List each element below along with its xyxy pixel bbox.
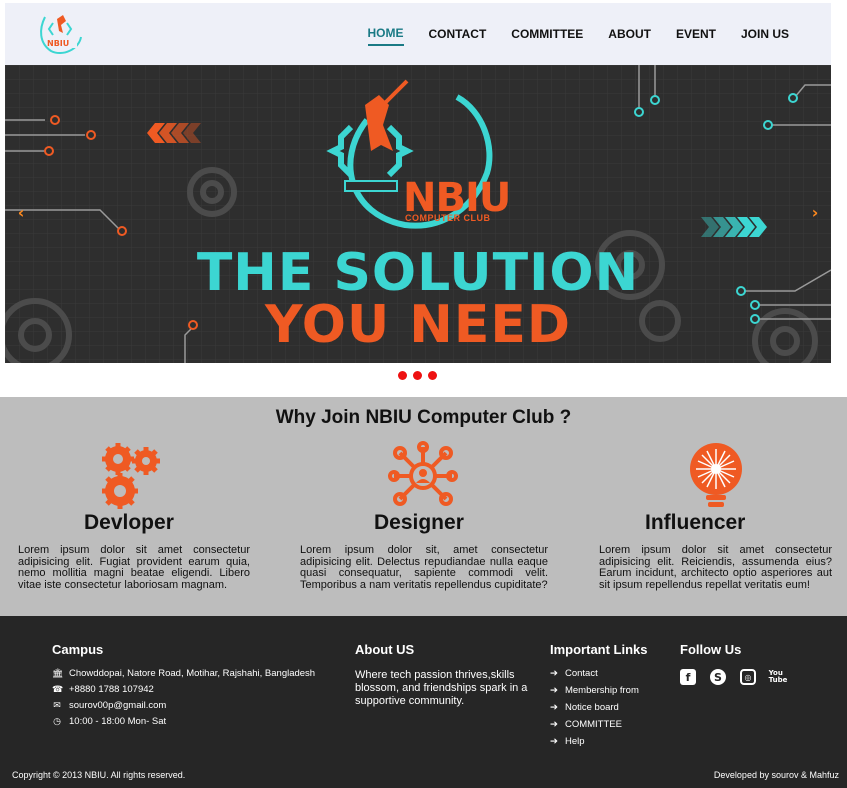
carousel-dot-3[interactable] <box>428 371 437 380</box>
footer-link-contact[interactable]: ➔ Contact <box>550 668 598 679</box>
link-label[interactable]: Notice board <box>565 702 619 713</box>
hero-headline-2: YOU NEED <box>264 295 572 355</box>
arrow-right-icon: ➔ <box>550 702 558 713</box>
card-text: Lorem ipsum dolor sit amet consectetur a… <box>18 544 250 591</box>
card-title: Devloper <box>84 511 174 534</box>
carousel-dot-1[interactable] <box>398 371 407 380</box>
carousel-dot-2[interactable] <box>413 371 422 380</box>
section-title: Why Join NBIU Computer Club ? <box>275 407 572 428</box>
link-label[interactable]: Membership from <box>565 685 639 696</box>
lightbulb-icon <box>690 443 742 507</box>
footer: Campus 🏛 Chowddopai, Natore Road, Motiha… <box>0 616 847 788</box>
campus-address: 🏛 Chowddopai, Natore Road, Motihar, Rajs… <box>52 668 315 679</box>
nav-event[interactable]: EVENT <box>676 23 716 45</box>
nav-contact[interactable]: CONTACT <box>429 23 487 45</box>
links-heading: Important Links <box>550 642 648 657</box>
carousel-next-button[interactable]: › <box>805 203 825 223</box>
hero-headline-1: THE SOLUTION <box>196 243 640 303</box>
card-text: Lorem ipsum dolor sit amet consectetur a… <box>599 544 832 591</box>
arrow-right-icon: ➔ <box>550 736 558 747</box>
page: NBIU HOME CONTACT COMMITTEE ABOUT EVENT … <box>0 0 847 788</box>
nav-home[interactable]: HOME <box>367 22 404 46</box>
campus-email[interactable]: ✉ sourov00p@gmail.com <box>52 700 166 711</box>
campus-heading: Campus <box>52 642 104 657</box>
card-title: Influencer <box>645 511 746 534</box>
hours-text: 10:00 - 18:00 Mon- Sat <box>69 716 167 727</box>
address-text: Chowddopai, Natore Road, Motihar, Rajsha… <box>69 668 316 679</box>
nav-join-us[interactable]: JOIN US <box>741 23 789 45</box>
why-join-section: Why Join NBIU Computer Club ? Devloper L… <box>0 397 847 616</box>
footer-link-notice-board[interactable]: ➔ Notice board <box>550 702 619 713</box>
nav-about[interactable]: ABOUT <box>608 23 651 45</box>
campus-phone: ☎ +8880 1788 107942 <box>52 684 154 695</box>
link-label[interactable]: COMMITTEE <box>565 719 622 730</box>
clock-icon: ◷ <box>53 716 61 726</box>
hero-carousel: NBIU COMPUTER CLUB THE SOLUTION YOU NEED… <box>5 65 831 363</box>
youtube-icon[interactable]: You Tube <box>769 669 788 685</box>
arrow-right-icon: ➔ <box>550 719 558 730</box>
network-icon <box>388 441 458 506</box>
about-text: Where tech passion thrives,skills blosso… <box>355 669 528 707</box>
nav-committee[interactable]: COMMITTEE <box>511 23 583 45</box>
main-nav: HOME CONTACT COMMITTEE ABOUT EVENT JOIN … <box>367 3 789 65</box>
chevron-left-icon: ‹ <box>17 203 25 222</box>
about-heading: About US <box>355 642 415 657</box>
follow-heading: Follow Us <box>680 642 742 657</box>
social-links: f S ◎ You Tube <box>680 669 788 685</box>
footer-link-membership[interactable]: ➔ Membership from <box>550 685 639 696</box>
arrow-right-icon: ➔ <box>550 685 558 696</box>
link-label[interactable]: Contact <box>565 668 598 679</box>
copyright: Copyright © 2013 NBIU. All rights reserv… <box>12 770 186 780</box>
envelope-icon: ✉ <box>53 700 61 710</box>
chevron-right-icon: › <box>811 203 819 222</box>
chevrons-left-decor <box>147 123 201 143</box>
developed-by: Developed by sourov & Mahfuz <box>713 770 839 780</box>
email-text[interactable]: sourov00p@gmail.com <box>69 700 166 711</box>
carousel-prev-button[interactable]: ‹ <box>11 203 31 223</box>
campus-hours: ◷ 10:00 - 18:00 Mon- Sat <box>52 716 166 727</box>
building-icon: 🏛 <box>52 668 64 678</box>
skype-icon[interactable]: S <box>710 669 726 685</box>
hero-brand-sub: COMPUTER CLUB <box>405 213 491 223</box>
arrow-right-icon: ➔ <box>550 668 558 679</box>
header: NBIU HOME CONTACT COMMITTEE ABOUT EVENT … <box>5 3 831 65</box>
facebook-icon[interactable]: f <box>680 669 696 685</box>
instagram-icon[interactable]: ◎ <box>740 669 756 685</box>
logo-text: NBIU <box>47 39 70 48</box>
card-title: Designer <box>374 511 464 534</box>
carousel-indicators <box>398 371 437 380</box>
footer-link-help[interactable]: ➔ Help <box>550 736 585 747</box>
footer-link-committee[interactable]: ➔ COMMITTEE <box>550 719 622 730</box>
logo[interactable] <box>35 9 87 57</box>
phone-icon: ☎ <box>52 684 64 694</box>
card-text: Lorem ipsum dolor sit, amet consectetur … <box>300 544 548 591</box>
phone-text: +8880 1788 107942 <box>69 684 154 695</box>
chevrons-right-decor <box>701 217 767 237</box>
gears-icon <box>102 443 160 509</box>
link-label[interactable]: Help <box>565 736 585 747</box>
